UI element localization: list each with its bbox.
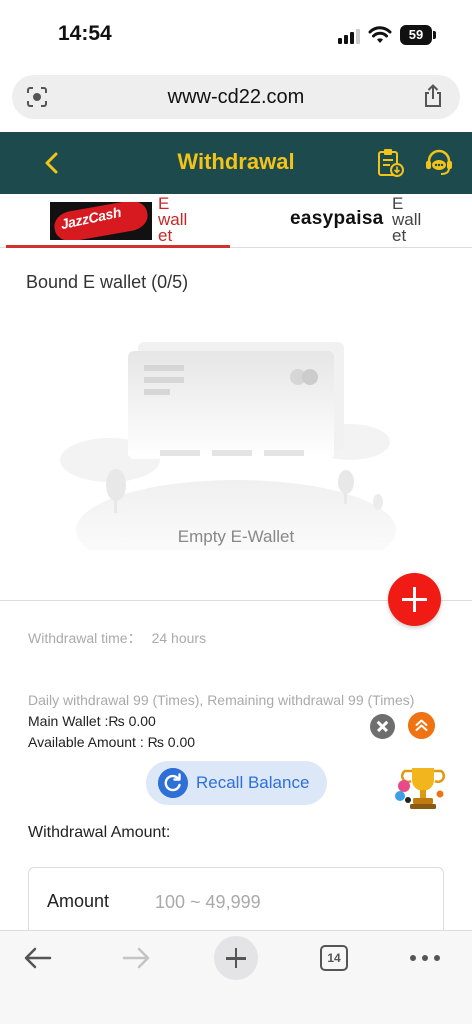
- new-tab-button[interactable]: [214, 936, 258, 980]
- close-icon[interactable]: [370, 714, 395, 739]
- recall-balance-label: Recall Balance: [196, 773, 310, 792]
- empty-wallet-text: Empty E-Wallet: [177, 527, 295, 546]
- amount-input[interactable]: [155, 886, 425, 918]
- amount-box: Amount: [28, 867, 444, 937]
- active-tab-indicator: [6, 245, 230, 248]
- tab-easypaisa[interactable]: easypaisa E wall et: [236, 194, 472, 248]
- battery-icon: 59: [400, 25, 436, 45]
- jazzcash-logo: JazzCash: [50, 202, 152, 240]
- status-bar: 14:54 59: [0, 0, 472, 70]
- withdrawal-amount-title: Withdrawal Amount:: [28, 824, 171, 841]
- tab-count-button[interactable]: 14: [320, 945, 348, 971]
- wallet-tabs: JazzCash E wall et easypaisa E wall et: [0, 194, 472, 248]
- browser-toolbar: 14: [0, 930, 472, 1024]
- withdrawal-time-value: 24 hours: [151, 630, 207, 646]
- bound-wallet-title: Bound E wallet (0/5): [26, 272, 189, 292]
- more-icon[interactable]: [410, 955, 440, 963]
- recall-balance-button[interactable]: Recall Balance: [146, 761, 327, 805]
- available-amount: Available Amount : ₨ 0.00: [28, 734, 196, 750]
- tab-label-jazzcash: E wall et: [158, 194, 188, 245]
- tab-label-easypaisa: E wall et: [392, 194, 422, 245]
- empty-wallet-illustration: [60, 342, 396, 550]
- withdrawal-time: Withdrawal time： 24 hours: [28, 628, 206, 648]
- records-icon[interactable]: [376, 147, 406, 179]
- withdrawal-time-label: Withdrawal time：: [28, 630, 142, 646]
- status-time: 14:54: [58, 22, 112, 45]
- trophy-icon[interactable]: [394, 764, 446, 812]
- main-wallet-balance: Main Wallet :₨ 0.00: [28, 713, 156, 729]
- share-icon[interactable]: [422, 84, 444, 108]
- chevron-up-icon[interactable]: [408, 712, 435, 739]
- browser-forward-icon[interactable]: [120, 945, 152, 971]
- easypaisa-logo: easypaisa: [290, 208, 384, 229]
- browser-back-icon[interactable]: [22, 945, 54, 971]
- url-text[interactable]: www-cd22.com: [12, 86, 460, 109]
- daily-withdrawal-info: Daily withdrawal 99 (Times), Remaining w…: [28, 692, 415, 708]
- tab-jazzcash[interactable]: JazzCash E wall et: [0, 194, 236, 248]
- app-header: Withdrawal: [0, 132, 472, 194]
- support-icon[interactable]: [424, 148, 454, 178]
- amount-label: Amount: [47, 891, 110, 911]
- signal-icon: [338, 28, 360, 44]
- refresh-icon: [158, 768, 188, 798]
- add-wallet-button[interactable]: [388, 573, 441, 626]
- wifi-icon: [368, 26, 392, 43]
- url-bar[interactable]: www-cd22.com: [12, 75, 460, 119]
